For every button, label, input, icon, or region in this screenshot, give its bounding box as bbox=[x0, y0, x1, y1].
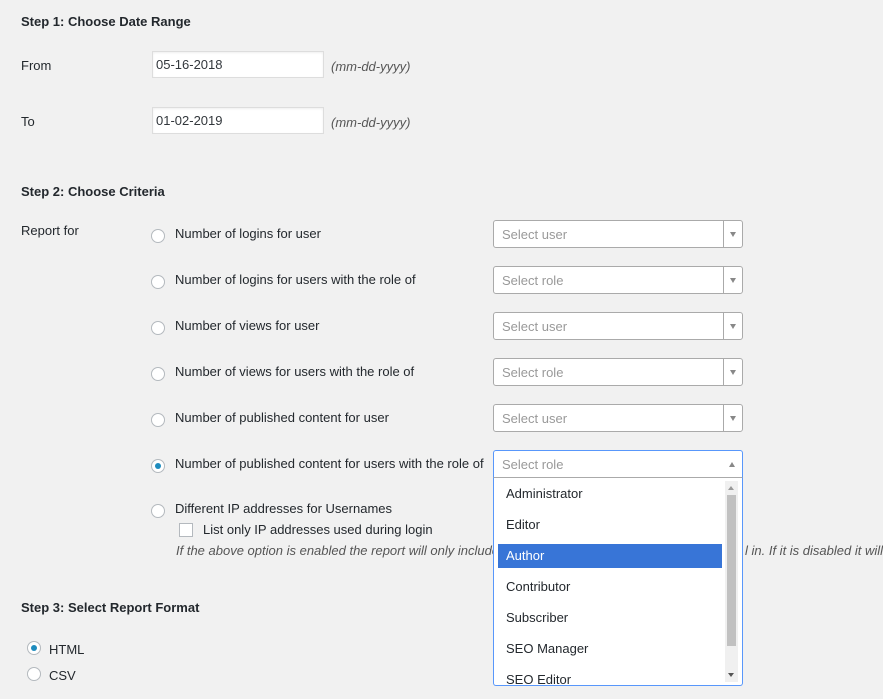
dropdown-option-seo-editor[interactable]: SEO Editor bbox=[498, 668, 722, 685]
select-role-views[interactable]: Select role bbox=[493, 358, 743, 386]
chevron-down-icon bbox=[723, 313, 742, 339]
select-placeholder: Select user bbox=[502, 319, 568, 334]
radio-views-for-user[interactable] bbox=[151, 321, 165, 335]
radio-different-ip[interactable] bbox=[151, 504, 165, 518]
dropdown-option-seo-manager[interactable]: SEO Manager bbox=[498, 637, 722, 661]
step2-title: Step 2: Choose Criteria bbox=[21, 184, 165, 199]
format-label-csv: CSV bbox=[49, 668, 76, 683]
option-label-published-for-role: Number of published content for users wi… bbox=[175, 456, 484, 471]
select-placeholder: Select role bbox=[502, 365, 564, 380]
select-user-published[interactable]: Select user bbox=[493, 404, 743, 432]
dropdown-option-author[interactable]: Author bbox=[498, 544, 722, 568]
report-for-label: Report for bbox=[21, 223, 79, 238]
dropdown-scrollbar[interactable] bbox=[725, 481, 738, 682]
chevron-down-icon bbox=[723, 221, 742, 247]
to-date-hint: (mm-dd-yyyy) bbox=[331, 115, 411, 130]
from-date-input[interactable] bbox=[152, 51, 324, 78]
ip-login-only-label: List only IP addresses used during login bbox=[203, 522, 433, 537]
select-placeholder: Select user bbox=[502, 411, 568, 426]
option-label-logins-for-user: Number of logins for user bbox=[175, 226, 321, 241]
radio-published-for-user[interactable] bbox=[151, 413, 165, 427]
ip-note-left: If the above option is enabled the repor… bbox=[176, 543, 500, 558]
dropdown-option-subscriber[interactable]: Subscriber bbox=[498, 606, 722, 630]
option-label-views-for-user: Number of views for user bbox=[175, 318, 320, 333]
radio-logins-for-user[interactable] bbox=[151, 229, 165, 243]
option-label-different-ip: Different IP addresses for Usernames bbox=[175, 501, 393, 516]
ip-note-right: l in. If it is disabled it will bbox=[745, 543, 883, 558]
radio-views-for-role[interactable] bbox=[151, 367, 165, 381]
to-label: To bbox=[21, 114, 35, 129]
from-label: From bbox=[21, 58, 52, 73]
step3-title: Step 3: Select Report Format bbox=[21, 600, 200, 615]
chevron-up-icon bbox=[723, 451, 742, 477]
chevron-down-icon bbox=[723, 359, 742, 385]
option-label-logins-for-role: Number of logins for users with the role… bbox=[175, 272, 416, 287]
radio-logins-for-role[interactable] bbox=[151, 275, 165, 289]
scrollbar-thumb[interactable] bbox=[727, 495, 736, 646]
dropdown-option-administrator[interactable]: Administrator bbox=[498, 482, 722, 506]
radio-format-csv[interactable] bbox=[27, 667, 41, 681]
to-date-input[interactable] bbox=[152, 107, 324, 134]
dropdown-option-contributor[interactable]: Contributor bbox=[498, 575, 722, 599]
chevron-down-icon bbox=[723, 267, 742, 293]
select-role-logins[interactable]: Select role bbox=[493, 266, 743, 294]
scroll-down-arrow-icon[interactable] bbox=[728, 673, 734, 677]
dropdown-option-editor[interactable]: Editor bbox=[498, 513, 722, 537]
select-placeholder: Select role bbox=[502, 457, 564, 472]
option-label-published-for-user: Number of published content for user bbox=[175, 410, 389, 425]
chevron-down-icon bbox=[723, 405, 742, 431]
scroll-up-arrow-icon[interactable] bbox=[728, 486, 734, 490]
role-dropdown-list[interactable]: Administrator Editor Author Contributor … bbox=[493, 477, 743, 686]
select-role-published[interactable]: Select role bbox=[493, 450, 743, 477]
radio-format-html[interactable] bbox=[27, 641, 41, 655]
step1-title: Step 1: Choose Date Range bbox=[21, 14, 191, 29]
select-user-logins[interactable]: Select user bbox=[493, 220, 743, 248]
select-placeholder: Select user bbox=[502, 227, 568, 242]
option-label-views-for-role: Number of views for users with the role … bbox=[175, 364, 415, 379]
select-placeholder: Select role bbox=[502, 273, 564, 288]
ip-login-only-checkbox[interactable] bbox=[179, 523, 193, 537]
select-user-views[interactable]: Select user bbox=[493, 312, 743, 340]
format-label-html: HTML bbox=[49, 642, 85, 657]
radio-published-for-role[interactable] bbox=[151, 459, 165, 473]
from-date-hint: (mm-dd-yyyy) bbox=[331, 59, 411, 74]
